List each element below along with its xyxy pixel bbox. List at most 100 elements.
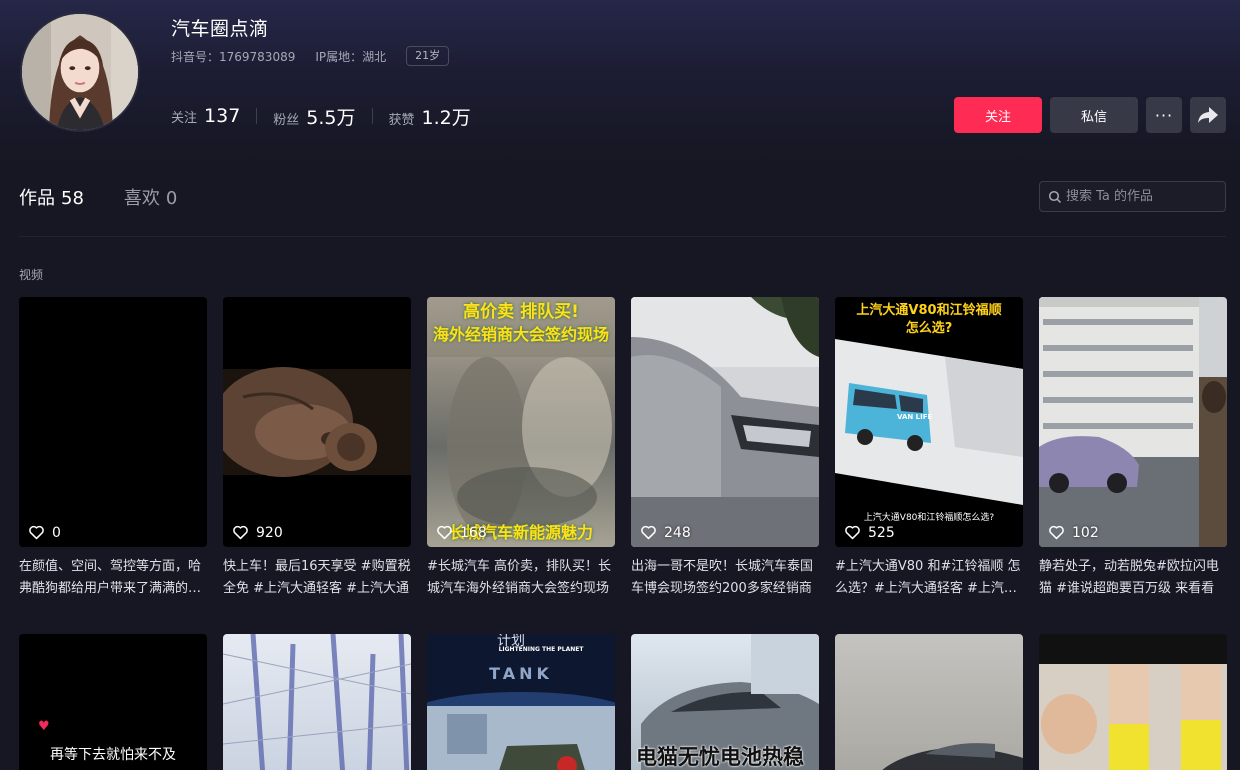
video-thumbnail[interactable]: 248 <box>631 297 819 547</box>
video-card[interactable]: ♥ 再等下去就怕来不及 <box>19 634 207 770</box>
profile-stats: 关注 137 粉丝 5.5万 获赞 1.2万 <box>171 102 471 130</box>
heart-icon <box>845 525 860 540</box>
heart-icon <box>641 525 656 540</box>
share-icon <box>1198 107 1218 123</box>
video-thumbnail[interactable] <box>223 634 411 770</box>
video-thumbnail[interactable]: 102 <box>1039 297 1227 547</box>
profile-name: 汽车圈点滴 <box>171 18 269 40</box>
video-card[interactable]: 电猫无忧电池热稳 <box>631 634 819 770</box>
stat-label: 粉丝 <box>273 112 300 128</box>
video-card[interactable] <box>835 634 1023 770</box>
tab-count: 58 <box>61 188 84 209</box>
stat-likes: 获赞 1.2万 <box>389 103 471 130</box>
message-button[interactable]: 私信 <box>1050 97 1138 133</box>
like-count: 248 <box>640 524 691 541</box>
video-caption[interactable]: 出海一哥不是吹！长城汽车泰国车博会现场签约200多家经销商 <box>631 556 819 600</box>
video-caption[interactable]: #上汽大通V80 和#江铃福顺 怎么选？#上汽大通轻客 #上汽大通 <box>835 556 1023 600</box>
profile-meta: 抖音号：1769783089 IP属地：湖北 21岁 <box>171 46 450 66</box>
section-label: 视频 <box>19 268 44 282</box>
video-row: 0 在颜值、空间、驾控等方面，哈弗酷狗都给用户带来了满满的惊喜 <box>19 297 1227 600</box>
avatar-portrait <box>22 14 138 130</box>
tab-likes[interactable]: 喜欢 0 <box>124 184 177 210</box>
like-count: 0 <box>28 524 61 541</box>
video-grid: 0 在颜值、空间、驾控等方面，哈弗酷狗都给用户带来了满满的惊喜 <box>19 297 1227 770</box>
video-overlay-text: 再等下去就怕来不及 <box>50 747 176 763</box>
like-count-value: 248 <box>664 524 691 541</box>
video-card[interactable]: 0 在颜值、空间、驾控等方面，哈弗酷狗都给用户带来了满满的惊喜 <box>19 297 207 600</box>
video-caption[interactable]: 静若处子，动若脱兔#欧拉闪电猫 #谁说超跑要百万级 来看看 <box>1039 556 1227 600</box>
tab-label: 喜欢 <box>123 188 160 209</box>
stat-value: 137 <box>204 105 241 127</box>
heart-icon <box>437 525 452 540</box>
stat-followers[interactable]: 粉丝 5.5万 <box>273 103 355 130</box>
heart-icon <box>1049 525 1064 540</box>
profile-actions: 关注 私信 ··· <box>954 97 1226 133</box>
profile-page: 汽车圈点滴 抖音号：1769783089 IP属地：湖北 21岁 关注 137 … <box>0 0 1240 770</box>
video-card[interactable]: 计划 LIGHTENING THE PLANET TANK <box>427 634 615 770</box>
follow-button[interactable]: 关注 <box>954 97 1042 133</box>
video-overlay-text: 高价卖 排队买! <box>463 302 579 322</box>
heart-icon <box>233 525 248 540</box>
stat-value: 5.5万 <box>306 106 356 129</box>
video-card[interactable] <box>223 634 411 770</box>
stat-following[interactable]: 关注 137 <box>171 105 240 127</box>
video-thumbnail[interactable]: 0 <box>19 297 207 547</box>
video-thumbnail[interactable] <box>835 634 1023 770</box>
like-count-value: 920 <box>256 524 283 541</box>
video-overlay-text: LIGHTENING THE PLANET <box>498 646 584 653</box>
more-button[interactable]: ··· <box>1146 97 1182 133</box>
like-count: 920 <box>232 524 283 541</box>
like-count: 168 <box>436 524 487 541</box>
van-badge: VAN LIFE <box>897 413 933 421</box>
like-count: 525 <box>844 524 895 541</box>
heart-icon: ♥ <box>38 719 50 734</box>
video-card[interactable]: 上汽大通V80和江铃福顺 怎么选? VAN LIFE 上汽大通V80和江铃福顺怎… <box>835 297 1023 600</box>
video-thumbnail[interactable]: 920 <box>223 297 411 547</box>
heart-icon <box>29 525 44 540</box>
video-card[interactable]: 高价卖 排队买! 海外经销商大会签约现场 长城汽车新能源魅力 168 #长城汽车… <box>427 297 615 600</box>
like-count-value: 0 <box>52 524 61 541</box>
video-caption[interactable]: #长城汽车 高价卖，排队买！长城汽车海外经销商大会签约现场 <box>427 556 615 600</box>
search-icon <box>1048 190 1062 203</box>
video-thumbnail[interactable]: 电猫无忧电池热稳 <box>631 634 819 770</box>
more-icon: ··· <box>1154 105 1174 125</box>
search-input[interactable] <box>1066 189 1216 204</box>
tab-works[interactable]: 作品 58 <box>19 184 84 210</box>
video-card[interactable]: 102 静若处子，动若脱兔#欧拉闪电猫 #谁说超跑要百万级 来看看 <box>1039 297 1227 600</box>
tab-count: 0 <box>165 188 178 209</box>
video-thumbnail[interactable]: 计划 LIGHTENING THE PLANET TANK <box>427 634 615 770</box>
like-count-value: 168 <box>460 524 487 541</box>
content-tabs: 作品 58 喜欢 0 <box>19 184 177 210</box>
like-count-value: 525 <box>868 524 895 541</box>
stat-label: 获赞 <box>388 112 415 128</box>
share-button[interactable] <box>1190 97 1226 133</box>
tab-label: 作品 <box>19 188 55 209</box>
stat-label: 关注 <box>171 111 198 126</box>
video-card[interactable]: 248 出海一哥不是吹！长城汽车泰国车博会现场签约200多家经销商 <box>631 297 819 600</box>
like-count: 102 <box>1048 524 1099 541</box>
age-badge: 21岁 <box>406 46 450 66</box>
video-overlay-text: 电猫无忧电池热稳 <box>636 745 804 769</box>
search-box <box>1039 181 1226 212</box>
video-overlay-text: 怎么选? <box>905 321 953 336</box>
video-caption[interactable]: 在颜值、空间、驾控等方面，哈弗酷狗都给用户带来了满满的惊喜 <box>19 556 207 600</box>
video-overlay-text: 海外经销商大会签约现场 <box>432 325 609 344</box>
like-count-value: 102 <box>1072 524 1099 541</box>
video-overlay-text: 上汽大通V80和江铃福顺怎么选? <box>863 513 995 523</box>
stat-divider <box>371 108 373 124</box>
video-row: ♥ 再等下去就怕来不及 计划 LIGHTENING THE PLANET TAN… <box>19 634 1227 770</box>
stat-value: 1.2万 <box>421 106 471 129</box>
video-overlay-text: 上汽大通V80和江铃福顺 <box>856 303 1002 318</box>
video-card[interactable]: 920 快上车！最后16天享受 #购置税全免 #上汽大通轻客 #上汽大通 <box>223 297 411 600</box>
video-thumbnail[interactable]: ♥ 再等下去就怕来不及 <box>19 634 207 770</box>
video-thumbnail[interactable]: 上汽大通V80和江铃福顺 怎么选? VAN LIFE 上汽大通V80和江铃福顺怎… <box>835 297 1023 547</box>
video-overlay-text: TANK <box>489 664 553 683</box>
avatar[interactable] <box>20 12 140 132</box>
video-card[interactable] <box>1039 634 1227 770</box>
ip-location: IP属地：湖北 <box>315 49 387 64</box>
douyin-id: 抖音号：1769783089 <box>171 49 296 64</box>
video-thumbnail[interactable] <box>1039 634 1227 770</box>
tabs-divider <box>19 236 1226 237</box>
video-thumbnail[interactable]: 高价卖 排队买! 海外经销商大会签约现场 长城汽车新能源魅力 168 <box>427 297 615 547</box>
video-caption[interactable]: 快上车！最后16天享受 #购置税全免 #上汽大通轻客 #上汽大通 <box>223 556 411 600</box>
